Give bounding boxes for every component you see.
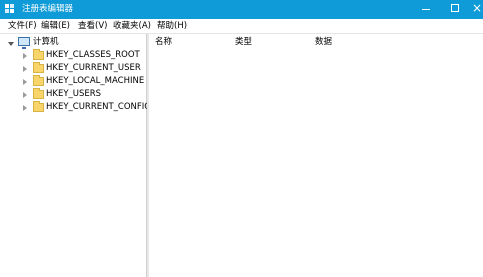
tree-item-label: HKEY_LOCAL_MACHINE xyxy=(46,76,145,86)
tree-item-hkey-current-user[interactable]: HKEY_CURRENT_USER xyxy=(0,62,146,76)
folder-icon xyxy=(33,88,44,99)
folder-icon xyxy=(33,75,44,86)
title-bar[interactable]: 注册表编辑器 × xyxy=(0,0,483,19)
column-header-type[interactable]: 类型 xyxy=(235,37,252,48)
tree-item-hkey-local-machine[interactable]: HKEY_LOCAL_MACHINE xyxy=(0,75,146,89)
folder-icon xyxy=(33,62,44,73)
maximize-button[interactable] xyxy=(440,0,470,19)
expand-icon[interactable] xyxy=(23,92,27,98)
computer-icon xyxy=(18,37,30,49)
expand-icon[interactable] xyxy=(23,79,27,85)
minimize-button[interactable] xyxy=(410,0,440,19)
expand-icon[interactable] xyxy=(23,105,27,111)
tree-item-computer[interactable]: 计算机 xyxy=(0,37,146,50)
tree-item-label: 计算机 xyxy=(33,37,59,47)
menu-favorites[interactable]: 收藏夹(A) xyxy=(113,21,151,32)
tree-item-label: HKEY_USERS xyxy=(46,89,102,99)
minimize-icon xyxy=(422,9,430,10)
values-list[interactable]: 名称 类型 数据 xyxy=(149,34,483,277)
folder-icon xyxy=(33,49,44,60)
menu-bar: 文件(F) 编辑(E) 查看(V) 收藏夹(A) 帮助(H) xyxy=(0,19,483,34)
expand-icon[interactable] xyxy=(23,53,27,59)
close-icon: × xyxy=(472,1,483,15)
tree-item-label: HKEY_CURRENT_USER xyxy=(46,63,141,73)
menu-file[interactable]: 文件(F) xyxy=(8,21,37,32)
column-header-data[interactable]: 数据 xyxy=(315,37,332,48)
regedit-icon xyxy=(5,4,14,13)
menu-edit[interactable]: 编辑(E) xyxy=(41,21,70,32)
registry-tree[interactable]: 计算机 HKEY_CLASSES_ROOT HKEY_CURRENT_USER … xyxy=(0,34,151,277)
tree-item-label: HKEY_CURRENT_CONFIG xyxy=(46,102,151,112)
window-title: 注册表编辑器 xyxy=(22,4,74,14)
column-header-name[interactable]: 名称 xyxy=(155,37,172,48)
expanded-icon[interactable] xyxy=(8,42,14,46)
folder-icon xyxy=(33,101,44,112)
tree-item-hkey-users[interactable]: HKEY_USERS xyxy=(0,88,146,102)
menu-view[interactable]: 查看(V) xyxy=(78,21,107,32)
close-button[interactable]: × xyxy=(470,0,483,19)
expand-icon[interactable] xyxy=(23,66,27,72)
tree-item-label: HKEY_CLASSES_ROOT xyxy=(46,50,140,60)
maximize-icon xyxy=(451,4,459,12)
tree-item-hkey-classes-root[interactable]: HKEY_CLASSES_ROOT xyxy=(0,49,146,63)
menu-help[interactable]: 帮助(H) xyxy=(157,21,187,32)
column-header-bar: 名称 类型 数据 xyxy=(149,34,483,51)
tree-item-hkey-current-config[interactable]: HKEY_CURRENT_CONFIG xyxy=(0,101,151,115)
